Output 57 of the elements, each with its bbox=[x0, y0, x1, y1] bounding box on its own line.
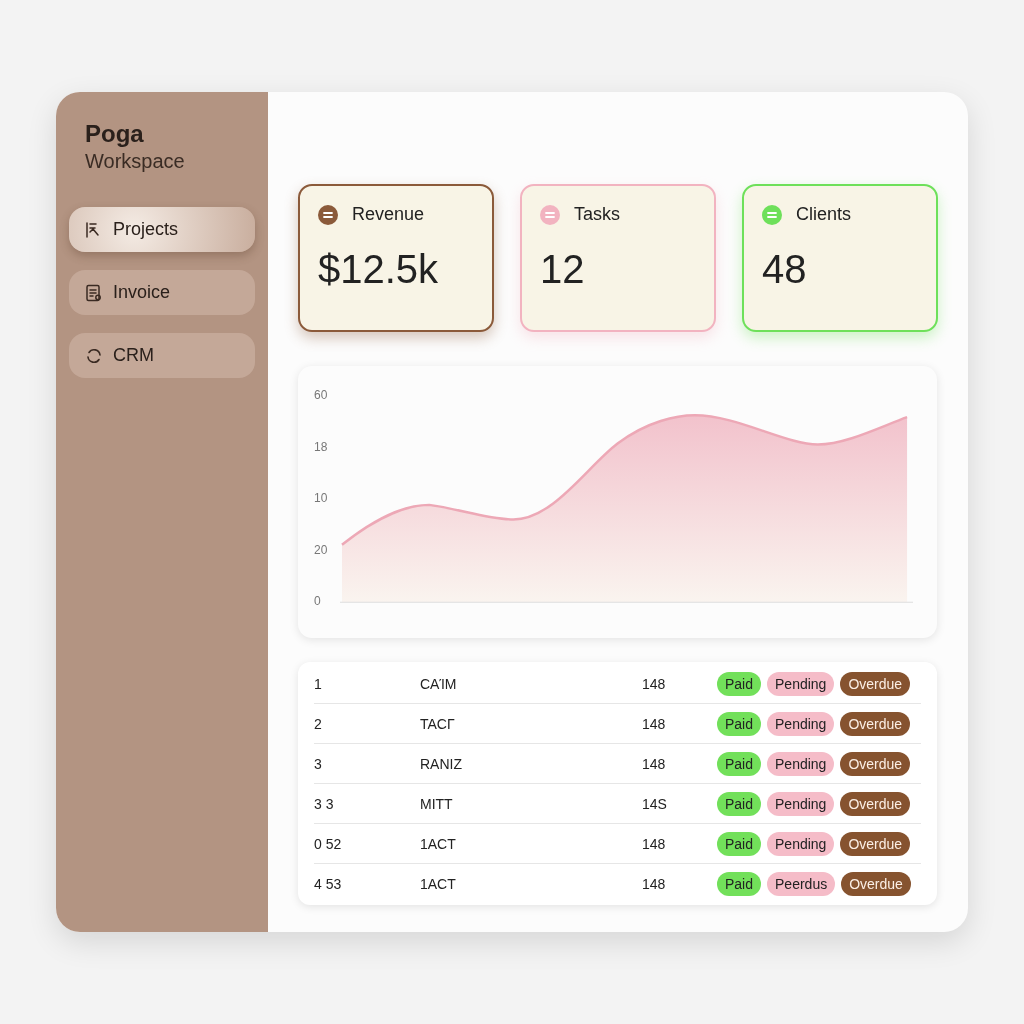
refresh-icon bbox=[85, 346, 103, 365]
status-tag: Pending bbox=[767, 751, 835, 776]
status-tag: Pending bbox=[767, 791, 835, 816]
table-cell-text: 148 bbox=[642, 715, 667, 732]
status-tag: Overdue bbox=[840, 711, 911, 736]
table-cell-text: 1ACT bbox=[420, 875, 457, 892]
table-cell-text: 0 52 bbox=[314, 835, 343, 852]
status-tag: Paid bbox=[717, 831, 762, 856]
axis-label: 20 bbox=[314, 542, 329, 557]
status-tag: Paid bbox=[717, 871, 762, 896]
stat-label: Revenue bbox=[352, 204, 425, 225]
table-cell-text: CAΊM bbox=[420, 675, 458, 692]
status-tag: Paid bbox=[717, 791, 762, 816]
table-cell-text: 148 bbox=[642, 875, 667, 892]
axis-label: 18 bbox=[314, 439, 329, 454]
table-cell-text: RANIZ bbox=[420, 755, 463, 772]
table-cell-text: 14S bbox=[642, 795, 668, 812]
table-cell-text: 3 bbox=[314, 755, 323, 772]
stat-value: $12.5k bbox=[318, 247, 440, 292]
stat-value: 12 bbox=[540, 247, 586, 292]
status-tag: Pending bbox=[767, 831, 835, 856]
sidebar-item[interactable]: Projects bbox=[69, 207, 255, 252]
document-icon bbox=[85, 283, 103, 302]
table-cell-text: 148 bbox=[642, 675, 667, 692]
status-tag: Paid bbox=[717, 711, 762, 736]
table-cell-text: 4 53 bbox=[314, 875, 343, 892]
table-cell-text: 1 bbox=[314, 675, 323, 692]
sidebar-item[interactable]: Invoice bbox=[69, 270, 255, 315]
badge-icon bbox=[540, 204, 560, 225]
table-cell-text: 1ACT bbox=[420, 835, 457, 852]
axis-label: 10 bbox=[314, 491, 329, 505]
status-tag: Overdue bbox=[840, 671, 911, 696]
badge-icon bbox=[318, 204, 338, 225]
stat-label: Clients bbox=[796, 204, 852, 225]
status-tag: Pending bbox=[767, 711, 835, 736]
status-tag: Paid bbox=[717, 751, 762, 776]
badge-icon bbox=[762, 204, 782, 225]
status-tag: Paid bbox=[717, 671, 762, 696]
workspace-title: Poga bbox=[85, 120, 145, 148]
status-tag: Overdue bbox=[840, 751, 911, 776]
table-cell-text: 148 bbox=[642, 835, 667, 852]
stat-value: 48 bbox=[762, 247, 808, 292]
sidebar-item[interactable]: CRM bbox=[69, 333, 255, 378]
stat-label: Tasks bbox=[574, 204, 620, 225]
table-cell-text: TACΓ bbox=[420, 715, 456, 732]
status-tag: Overdue bbox=[841, 871, 911, 896]
table-cell-text: 148 bbox=[642, 755, 667, 772]
workspace-subtitle: Workspace bbox=[85, 150, 186, 173]
table-cell-text: 2 bbox=[314, 715, 323, 732]
axis-label: 60 bbox=[314, 388, 329, 402]
table-cell-text: 3 3 bbox=[314, 795, 335, 812]
status-tag: Peerdus bbox=[767, 871, 836, 896]
status-tag: Overdue bbox=[840, 831, 911, 856]
status-tag: Pending bbox=[767, 671, 835, 696]
axis-label: 0 bbox=[314, 594, 322, 608]
status-tag: Overdue bbox=[840, 791, 911, 816]
table-cell-text: MITT bbox=[420, 795, 454, 812]
